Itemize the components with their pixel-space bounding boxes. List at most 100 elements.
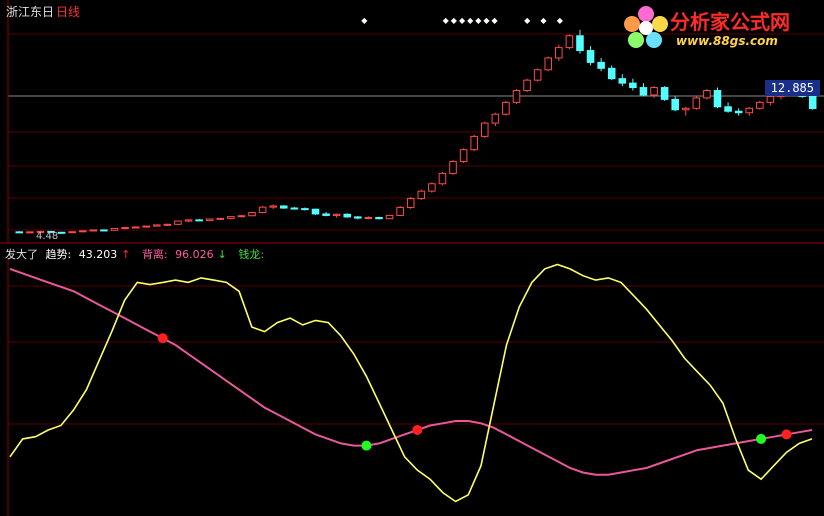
candle-up <box>449 161 457 174</box>
candle-up <box>533 69 542 81</box>
candle-down <box>279 205 288 209</box>
candle-down <box>607 67 616 80</box>
divergence-line <box>9 267 813 476</box>
candle-up <box>78 230 87 233</box>
price-chart-panel[interactable]: ◆ ◆ ◆ ◆ ◆ ◆ ◆ ◆ ◆ ◆ ◆ 浙江东日 日线 4.48 12.885 分析家公式网 ww… <box>0 0 824 244</box>
indicator-name[interactable]: 发大了 <box>5 248 38 261</box>
candle-down <box>343 213 352 218</box>
trend-line <box>9 263 813 503</box>
candle-up <box>131 226 140 229</box>
legend-trend: 趋势: 43.203 ↑ <box>46 248 135 261</box>
candle-down <box>301 208 309 211</box>
candle-up <box>650 87 658 96</box>
signal-marker-icon: ◆ <box>524 16 531 25</box>
logo-site-name: 分析家公式网 <box>670 10 790 34</box>
signal-marker-icon: ◆ <box>492 16 499 25</box>
low-price-label: 4.48 <box>36 231 59 242</box>
candle-up <box>480 122 489 137</box>
legend-divergence-value: 96.026 <box>175 248 214 261</box>
signal-marker-icon: ◆ <box>467 16 474 25</box>
candle-up <box>555 47 563 59</box>
candle-down <box>713 90 722 108</box>
candle-up <box>745 107 754 114</box>
candle-up <box>26 231 34 234</box>
candle-down <box>629 82 637 89</box>
candle-down <box>639 87 648 96</box>
candle-up <box>428 183 436 192</box>
signal-marker-icon: ◆ <box>540 16 547 25</box>
candle-down <box>808 95 817 110</box>
candle-up <box>184 219 193 222</box>
candle-up <box>681 107 690 111</box>
signal-marker-icon: ◆ <box>475 16 482 25</box>
candle-up <box>512 90 521 103</box>
signal-marker-icon: ◆ <box>451 16 458 25</box>
candle-up <box>692 97 701 109</box>
logo-url: www.88gs.com <box>676 34 778 48</box>
candle-up <box>110 227 119 231</box>
divergence-down-arrow-icon: ↓ <box>217 248 227 261</box>
buy-signal-dot <box>361 440 372 451</box>
candle-down <box>724 106 732 112</box>
candle-down <box>671 98 679 111</box>
candle-up <box>142 225 151 228</box>
candle-up <box>248 211 256 217</box>
candle-up <box>174 220 182 225</box>
indicator-legend: 发大了 趋势: 43.203 ↑ 背离: 96.026 ↓ 钱龙: <box>5 246 268 262</box>
candle-down <box>354 216 362 219</box>
candle-down <box>311 208 320 215</box>
indicator-chart[interactable] <box>0 244 824 516</box>
candle-up <box>269 205 277 208</box>
candle-up <box>491 113 500 124</box>
candle-up <box>332 213 341 216</box>
candle-up <box>385 214 394 220</box>
candle-down <box>660 87 669 100</box>
candle-down <box>618 78 627 84</box>
candle-down <box>100 229 108 232</box>
candle-down <box>57 231 66 234</box>
current-price-tag: 12.885 <box>764 80 820 96</box>
candle-down <box>15 231 24 234</box>
candle-up <box>89 229 98 232</box>
legend-divergence: 背离: 96.026 ↓ <box>142 248 231 261</box>
candle-down <box>597 61 605 69</box>
candle-down <box>290 207 299 210</box>
signal-markers-group: ◆ ◆ ◆ ◆ ◆ ◆ ◆ ◆ ◆ ◆ ◆ <box>361 16 563 25</box>
candle-down <box>375 217 383 220</box>
candle-up <box>121 227 129 230</box>
candle-up <box>417 190 426 200</box>
candle-down <box>734 110 743 114</box>
legend-trend-label: 趋势: <box>45 248 72 261</box>
candle-down <box>322 213 330 216</box>
candle-up <box>364 217 373 220</box>
candle-up <box>205 218 214 221</box>
candle-up <box>227 216 235 219</box>
signal-marker-icon: ◆ <box>361 16 368 25</box>
sell-signal-dot <box>781 429 792 440</box>
stock-name: 浙江东日 <box>6 5 55 19</box>
signal-marker-icon: ◆ <box>459 16 466 25</box>
site-logo: 分析家公式网 www.88gs.com <box>620 4 820 52</box>
candle-up <box>216 217 225 220</box>
candle-up <box>68 231 76 234</box>
candle-up <box>438 172 447 185</box>
candle-up <box>756 101 764 109</box>
candle-up <box>470 135 478 151</box>
flower-logo-icon <box>624 6 668 48</box>
candle-up <box>406 198 415 208</box>
trend-up-arrow-icon: ↑ <box>121 248 131 261</box>
candle-up <box>703 90 711 99</box>
legend-divergence-label: 背离: <box>141 248 168 261</box>
candle-up <box>163 223 172 226</box>
candle-up <box>766 95 775 103</box>
period-label[interactable]: 日线 <box>56 5 80 19</box>
candle-up <box>153 224 161 227</box>
chart-title: 浙江东日 日线 <box>6 3 80 20</box>
signal-marker-icon: ◆ <box>483 16 490 25</box>
candle-down <box>586 50 595 63</box>
indicator-panel[interactable]: 发大了 趋势: 43.203 ↑ 背离: 96.026 ↓ 钱龙: <box>0 244 824 516</box>
candle-up <box>544 57 553 71</box>
candle-up <box>258 206 267 213</box>
candle-up <box>459 149 468 163</box>
candle-down <box>195 219 203 222</box>
